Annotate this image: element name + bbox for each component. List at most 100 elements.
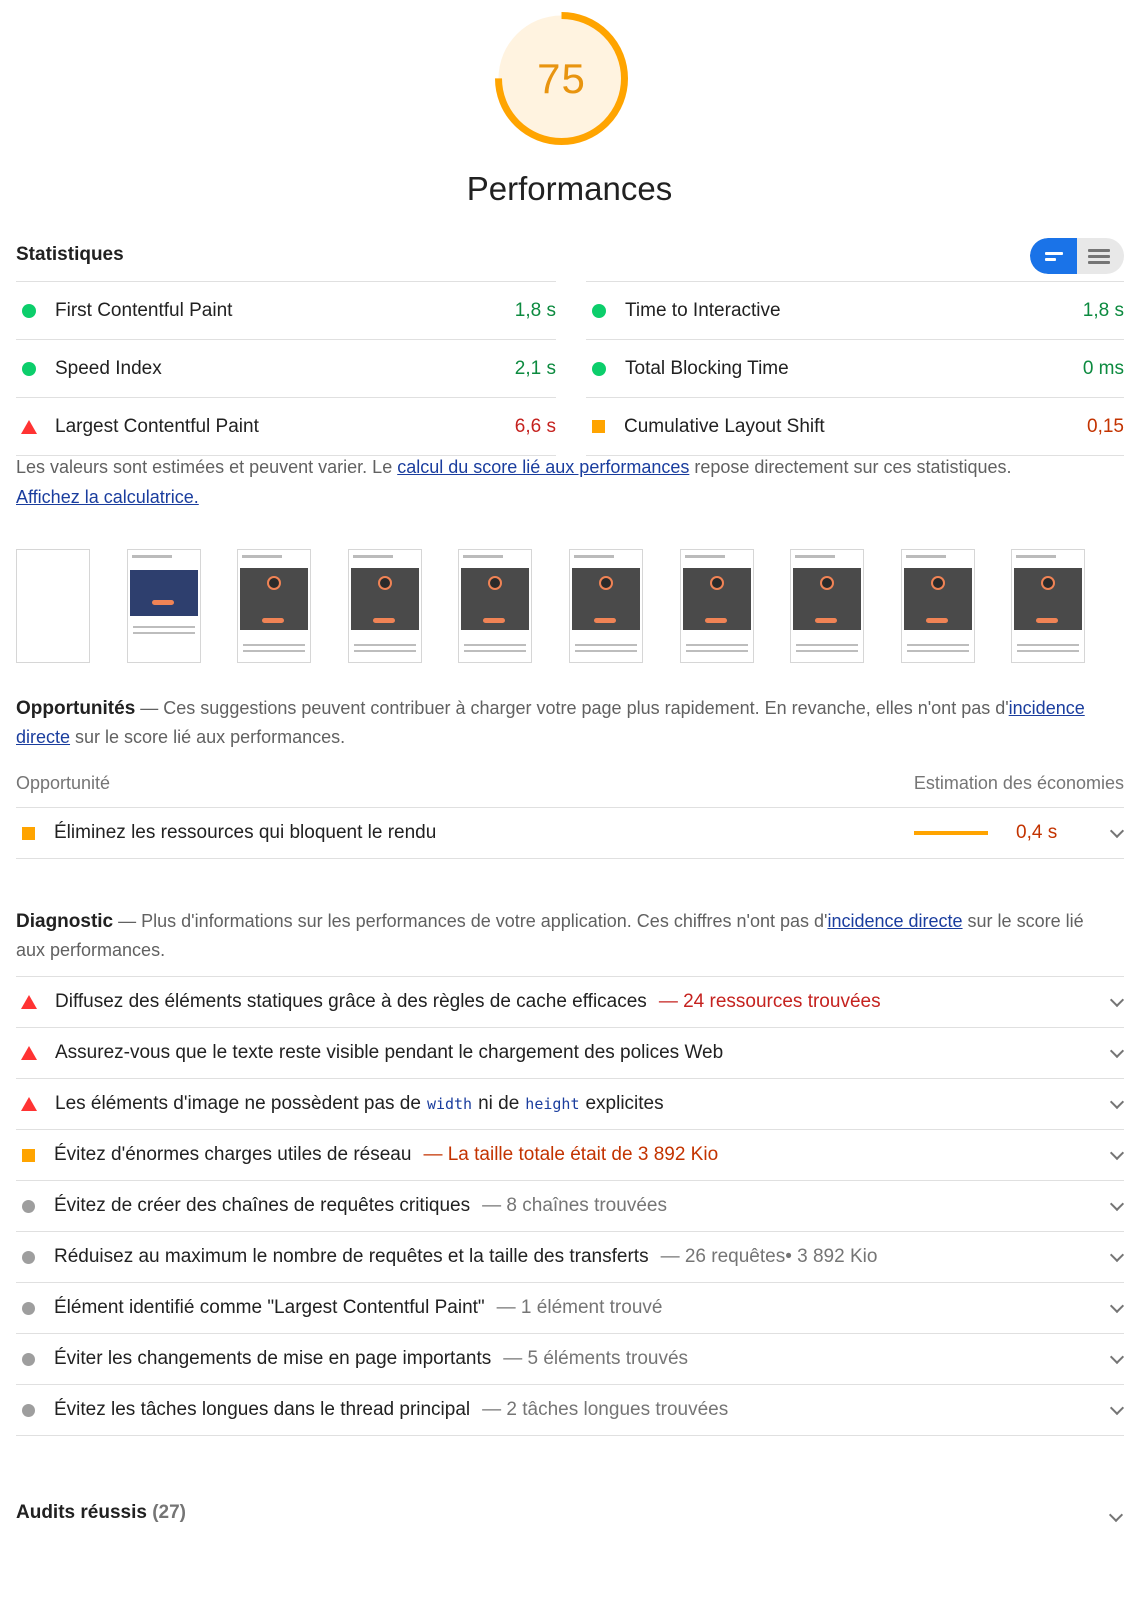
frame-text-line: [133, 632, 195, 634]
note-text: Les valeurs sont estimées et peuvent var…: [16, 457, 398, 477]
metric-row: Total Blocking Time 0 ms: [586, 339, 1124, 397]
pass-circle-icon: [22, 361, 36, 376]
frame-header: [574, 555, 614, 558]
chevron-down-icon[interactable]: [1109, 1196, 1125, 1212]
diagnostic-label: Évitez de créer des chaînes de requêtes …: [54, 1195, 471, 1216]
diagnostic-row[interactable]: Évitez d'énormes charges utiles de résea…: [16, 1129, 1125, 1180]
frame-header: [242, 555, 282, 558]
frame-header: [1016, 555, 1056, 558]
metric-value: 1,8 s: [514, 299, 556, 321]
filmstrip-frame: [16, 549, 90, 663]
diagnostic-detail: — 24 ressources trouvées: [658, 991, 881, 1012]
fail-triangle-icon: [21, 419, 37, 434]
opportunity-row[interactable]: Éliminez les ressources qui bloquent le …: [16, 808, 1125, 859]
chevron-down-icon[interactable]: [1109, 1043, 1125, 1059]
column-header-opportunity: Opportunité: [16, 773, 111, 793]
chevron-down-icon[interactable]: [1109, 1145, 1125, 1161]
chevron-down-icon[interactable]: [1109, 1298, 1125, 1314]
performance-score: 75: [537, 54, 586, 102]
frame-text-line: [575, 650, 637, 652]
code-width: width: [426, 1095, 473, 1113]
frame-header: [685, 555, 725, 558]
diagnostic-label: ni de: [478, 1093, 520, 1114]
calculator-link[interactable]: Affichez la calculatrice.: [16, 487, 199, 507]
diagnostic-row[interactable]: Évitez de créer des chaînes de requêtes …: [16, 1180, 1125, 1231]
diagnostic-row[interactable]: Élément identifié comme "Largest Content…: [16, 1282, 1125, 1333]
diagnostic-detail: — 26 requêtes• 3 892 Kio: [660, 1246, 878, 1267]
metric-row: Largest Contentful Paint 6,6 s: [16, 397, 556, 456]
frame-text-line: [243, 644, 305, 646]
chevron-down-icon[interactable]: [1109, 1400, 1125, 1416]
expanded-view-icon: [1088, 249, 1110, 252]
diagnostic-label: Réduisez au maximum le nombre de requête…: [54, 1246, 649, 1267]
frame-text-line: [1017, 644, 1079, 646]
passed-audits-toggle[interactable]: Audits réussis (27): [16, 1502, 186, 1524]
opportunities-intro: Opportunités — Ces suggestions peuvent c…: [16, 694, 1096, 752]
frame-button: [926, 618, 948, 623]
diagnostic-row[interactable]: Les éléments d'image ne possèdent pas de…: [16, 1078, 1125, 1129]
diagnostic-row[interactable]: Diffusez des éléments statiques grâce à …: [16, 976, 1125, 1027]
metrics-view-toggle[interactable]: [1030, 238, 1124, 274]
chevron-down-icon[interactable]: [1109, 992, 1125, 1008]
chevron-down-icon[interactable]: [1109, 1094, 1125, 1110]
opportunity-label: Éliminez les ressources qui bloquent le …: [54, 822, 437, 843]
chevron-down-icon[interactable]: [1109, 823, 1125, 839]
chevron-down-icon[interactable]: [1109, 1247, 1125, 1263]
diagnostic-row[interactable]: Évitez les tâches longues dans le thread…: [16, 1384, 1125, 1436]
diagnostic-label: Diffusez des éléments statiques grâce à …: [55, 991, 647, 1012]
filmstrip-frame: [790, 549, 864, 663]
diagnostic-label: Évitez les tâches longues dans le thread…: [54, 1399, 471, 1420]
frame-text-line: [1017, 650, 1079, 652]
metric-label: First Contentful Paint: [55, 299, 233, 321]
info-circle-icon: [22, 1403, 35, 1417]
diagnostic-label: Les éléments d'image ne possèdent pas de: [55, 1093, 421, 1114]
metric-label: Cumulative Layout Shift: [624, 415, 825, 437]
metric-value: 1,8 s: [1082, 299, 1124, 321]
passed-audits-label: Audits réussis: [16, 1502, 147, 1523]
filmstrip-frame: [237, 549, 311, 663]
diagnostic-row[interactable]: Réduisez au maximum le nombre de requête…: [16, 1231, 1125, 1282]
chevron-down-icon[interactable]: [1109, 1349, 1125, 1365]
frame-button: [152, 600, 174, 605]
score-calculation-link[interactable]: calcul du score lié aux performances: [397, 457, 689, 477]
frame-button: [594, 618, 616, 623]
diagnostic-label: Éviter les changements de mise en page i…: [54, 1348, 492, 1369]
frame-button: [373, 618, 395, 623]
fail-triangle-icon: [21, 1046, 37, 1060]
diagnostic-label: Évitez d'énormes charges utiles de résea…: [54, 1144, 412, 1165]
frame-text-line: [133, 626, 195, 628]
opportunities-table-header: Opportunité Estimation des économies: [16, 773, 1124, 808]
diagnostic-row[interactable]: Éviter les changements de mise en page i…: [16, 1333, 1125, 1384]
fail-triangle-icon: [21, 1097, 37, 1111]
frame-text-line: [575, 644, 637, 646]
frame-button: [262, 618, 284, 623]
average-square-icon: [22, 826, 35, 840]
opportunities-title: Opportunités: [16, 698, 136, 719]
frame-button: [483, 618, 505, 623]
diagnostic-detail: — 8 chaînes trouvées: [482, 1195, 667, 1216]
expanded-view-button[interactable]: [1077, 238, 1124, 274]
frame-button: [705, 618, 727, 623]
frame-button: [1036, 618, 1058, 623]
diagnostics-intro: Diagnostic — Plus d'informations sur les…: [16, 907, 1096, 965]
metric-row: Cumulative Layout Shift 0,15: [586, 397, 1124, 456]
diagnostic-label: Élément identifié comme "Largest Content…: [54, 1297, 485, 1318]
metrics-note: Les valeurs sont estimées et peuvent var…: [16, 452, 1016, 512]
frame-button: [815, 618, 837, 623]
frame-text-line: [907, 650, 969, 652]
frame-logo: [267, 576, 281, 590]
gauge-title: Performances: [466, 170, 673, 207]
frame-logo: [1041, 576, 1055, 590]
metric-row: Time to Interactive 1,8 s: [586, 281, 1124, 339]
metrics-column-right: Time to Interactive 1,8 s Total Blocking…: [586, 281, 1124, 456]
compact-view-button[interactable]: [1030, 238, 1077, 274]
metrics-heading: Statistiques: [16, 244, 124, 265]
filmstrip-frame: [348, 549, 422, 663]
filmstrip: [16, 549, 1124, 663]
average-square-icon: [592, 420, 605, 433]
direct-impact-link[interactable]: incidence directe: [827, 911, 962, 931]
opportunities-desc: sur le score lié aux performances.: [70, 727, 346, 747]
chevron-down-icon[interactable]: [1108, 1507, 1124, 1523]
frame-text-line: [796, 650, 858, 652]
diagnostic-row[interactable]: Assurez-vous que le texte reste visible …: [16, 1027, 1125, 1078]
